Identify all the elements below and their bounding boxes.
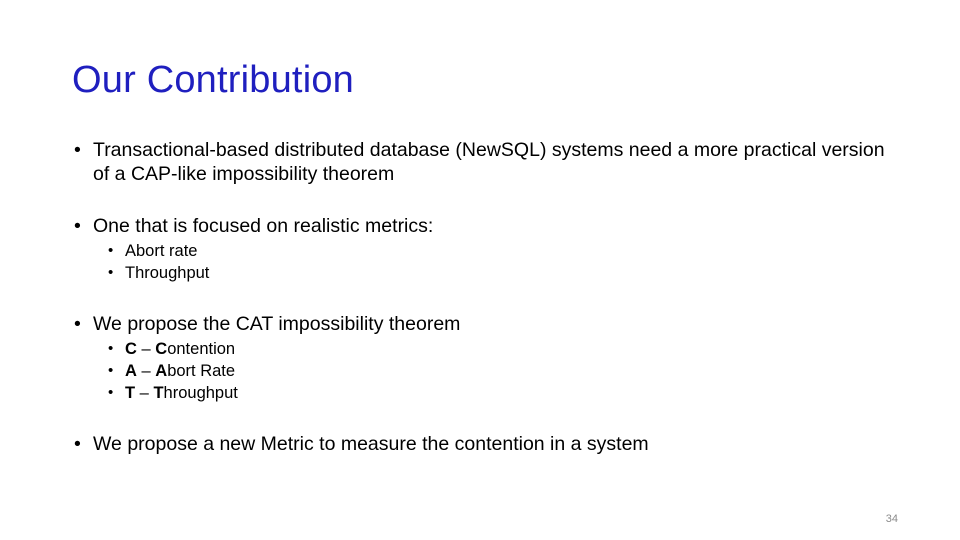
slide: Our Contribution • Transactional-based d… bbox=[0, 0, 960, 540]
bullet-marker-icon: • bbox=[108, 384, 114, 401]
bullet-group: • One that is focused on realistic metri… bbox=[72, 214, 888, 284]
bullet-text: One that is focused on realistic metrics… bbox=[93, 215, 434, 237]
sub-bullet-word-initial: A bbox=[155, 362, 168, 380]
bullet-marker-icon: • bbox=[74, 313, 81, 335]
bullet-marker-icon: • bbox=[108, 264, 114, 281]
sub-bullet-word-initial: T bbox=[153, 384, 164, 402]
sub-bullet-text: ontention bbox=[167, 340, 236, 358]
sub-bullet-item: • C – Contention bbox=[72, 338, 888, 360]
slide-number: 34 bbox=[885, 513, 898, 525]
bullet-text: We propose the CAT impossibility theorem bbox=[93, 313, 461, 335]
sub-bullet-text: hroughput bbox=[163, 384, 238, 402]
sub-bullet-list: • Abort rate • Throughput bbox=[72, 240, 888, 284]
bullet-marker-icon: • bbox=[74, 139, 81, 161]
bullet-group: • Transactional-based distributed databa… bbox=[72, 138, 888, 186]
page-title: Our Contribution bbox=[72, 59, 355, 101]
bullet-group: • We propose the CAT impossibility theor… bbox=[72, 312, 888, 404]
bullet-marker-icon: • bbox=[108, 242, 114, 259]
bullet-item: • We propose a new Metric to measure the… bbox=[72, 432, 888, 456]
sub-bullet-item: • T – Throughput bbox=[72, 382, 888, 404]
bullet-marker-icon: • bbox=[74, 433, 81, 455]
sub-bullet-item: • Abort rate bbox=[72, 240, 888, 262]
sub-bullet-separator: – bbox=[135, 384, 154, 402]
sub-bullet-text: Abort rate bbox=[125, 242, 198, 260]
sub-bullet-item: • A – Abort Rate bbox=[72, 360, 888, 382]
slide-body: • Transactional-based distributed databa… bbox=[72, 138, 888, 456]
sub-bullet-initial: T bbox=[125, 384, 136, 402]
bullet-text: We propose a new Metric to measure the c… bbox=[93, 433, 649, 455]
bullet-item: • Transactional-based distributed databa… bbox=[72, 138, 888, 186]
sub-bullet-list: • C – Contention • A – Abort Rate • T – … bbox=[72, 338, 888, 404]
bullet-item: • One that is focused on realistic metri… bbox=[72, 214, 888, 238]
sub-bullet-word-initial: C bbox=[155, 340, 168, 358]
sub-bullet-initial: C bbox=[125, 340, 137, 358]
sub-bullet-text: Throughput bbox=[125, 264, 210, 282]
bullet-group: • We propose a new Metric to measure the… bbox=[72, 432, 888, 456]
bullet-marker-icon: • bbox=[108, 362, 114, 379]
bullet-marker-icon: • bbox=[74, 215, 81, 237]
sub-bullet-separator: – bbox=[136, 362, 156, 380]
bullet-marker-icon: • bbox=[108, 340, 114, 357]
sub-bullet-item: • Throughput bbox=[72, 262, 888, 284]
sub-bullet-separator: – bbox=[136, 340, 156, 358]
sub-bullet-text: bort Rate bbox=[167, 362, 236, 380]
sub-bullet-initial: A bbox=[125, 362, 137, 380]
bullet-item: • We propose the CAT impossibility theor… bbox=[72, 312, 888, 336]
bullet-text: Transactional-based distributed database… bbox=[93, 139, 885, 185]
